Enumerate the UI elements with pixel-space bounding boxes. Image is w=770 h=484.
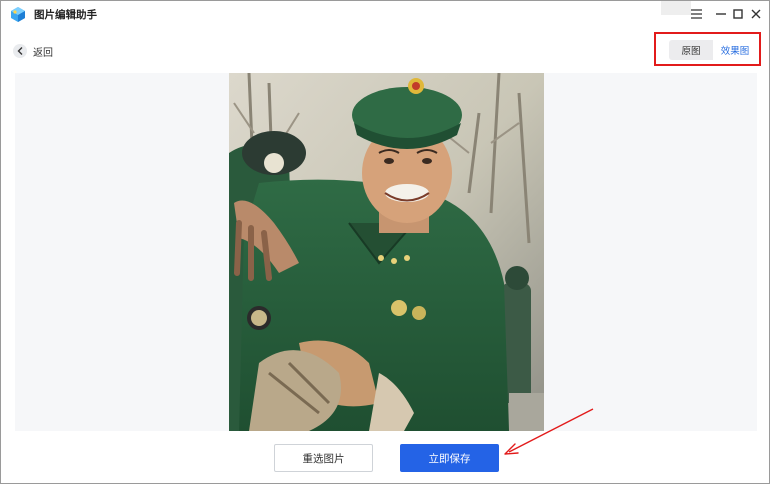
- portrait-photo: [229, 73, 544, 431]
- title-bar: 图片编辑助手: [1, 1, 769, 27]
- view-toggle: 原图 效果图: [669, 40, 757, 60]
- app-logo-icon: [11, 7, 25, 22]
- chevron-left-icon: [13, 44, 27, 58]
- app-title: 图片编辑助手: [34, 9, 97, 21]
- save-now-button[interactable]: 立即保存: [400, 444, 499, 472]
- preview-image: [229, 73, 544, 431]
- menu-icon[interactable]: [686, 4, 706, 24]
- tab-original[interactable]: 原图: [669, 40, 713, 60]
- annotation-arrow-icon: [504, 408, 594, 455]
- close-icon[interactable]: [746, 4, 766, 24]
- reselect-image-button[interactable]: 重选图片: [274, 444, 373, 472]
- maximize-icon[interactable]: [728, 4, 748, 24]
- back-button[interactable]: 返回: [13, 43, 53, 59]
- back-label: 返回: [33, 47, 53, 59]
- tab-effect[interactable]: 效果图: [713, 40, 757, 60]
